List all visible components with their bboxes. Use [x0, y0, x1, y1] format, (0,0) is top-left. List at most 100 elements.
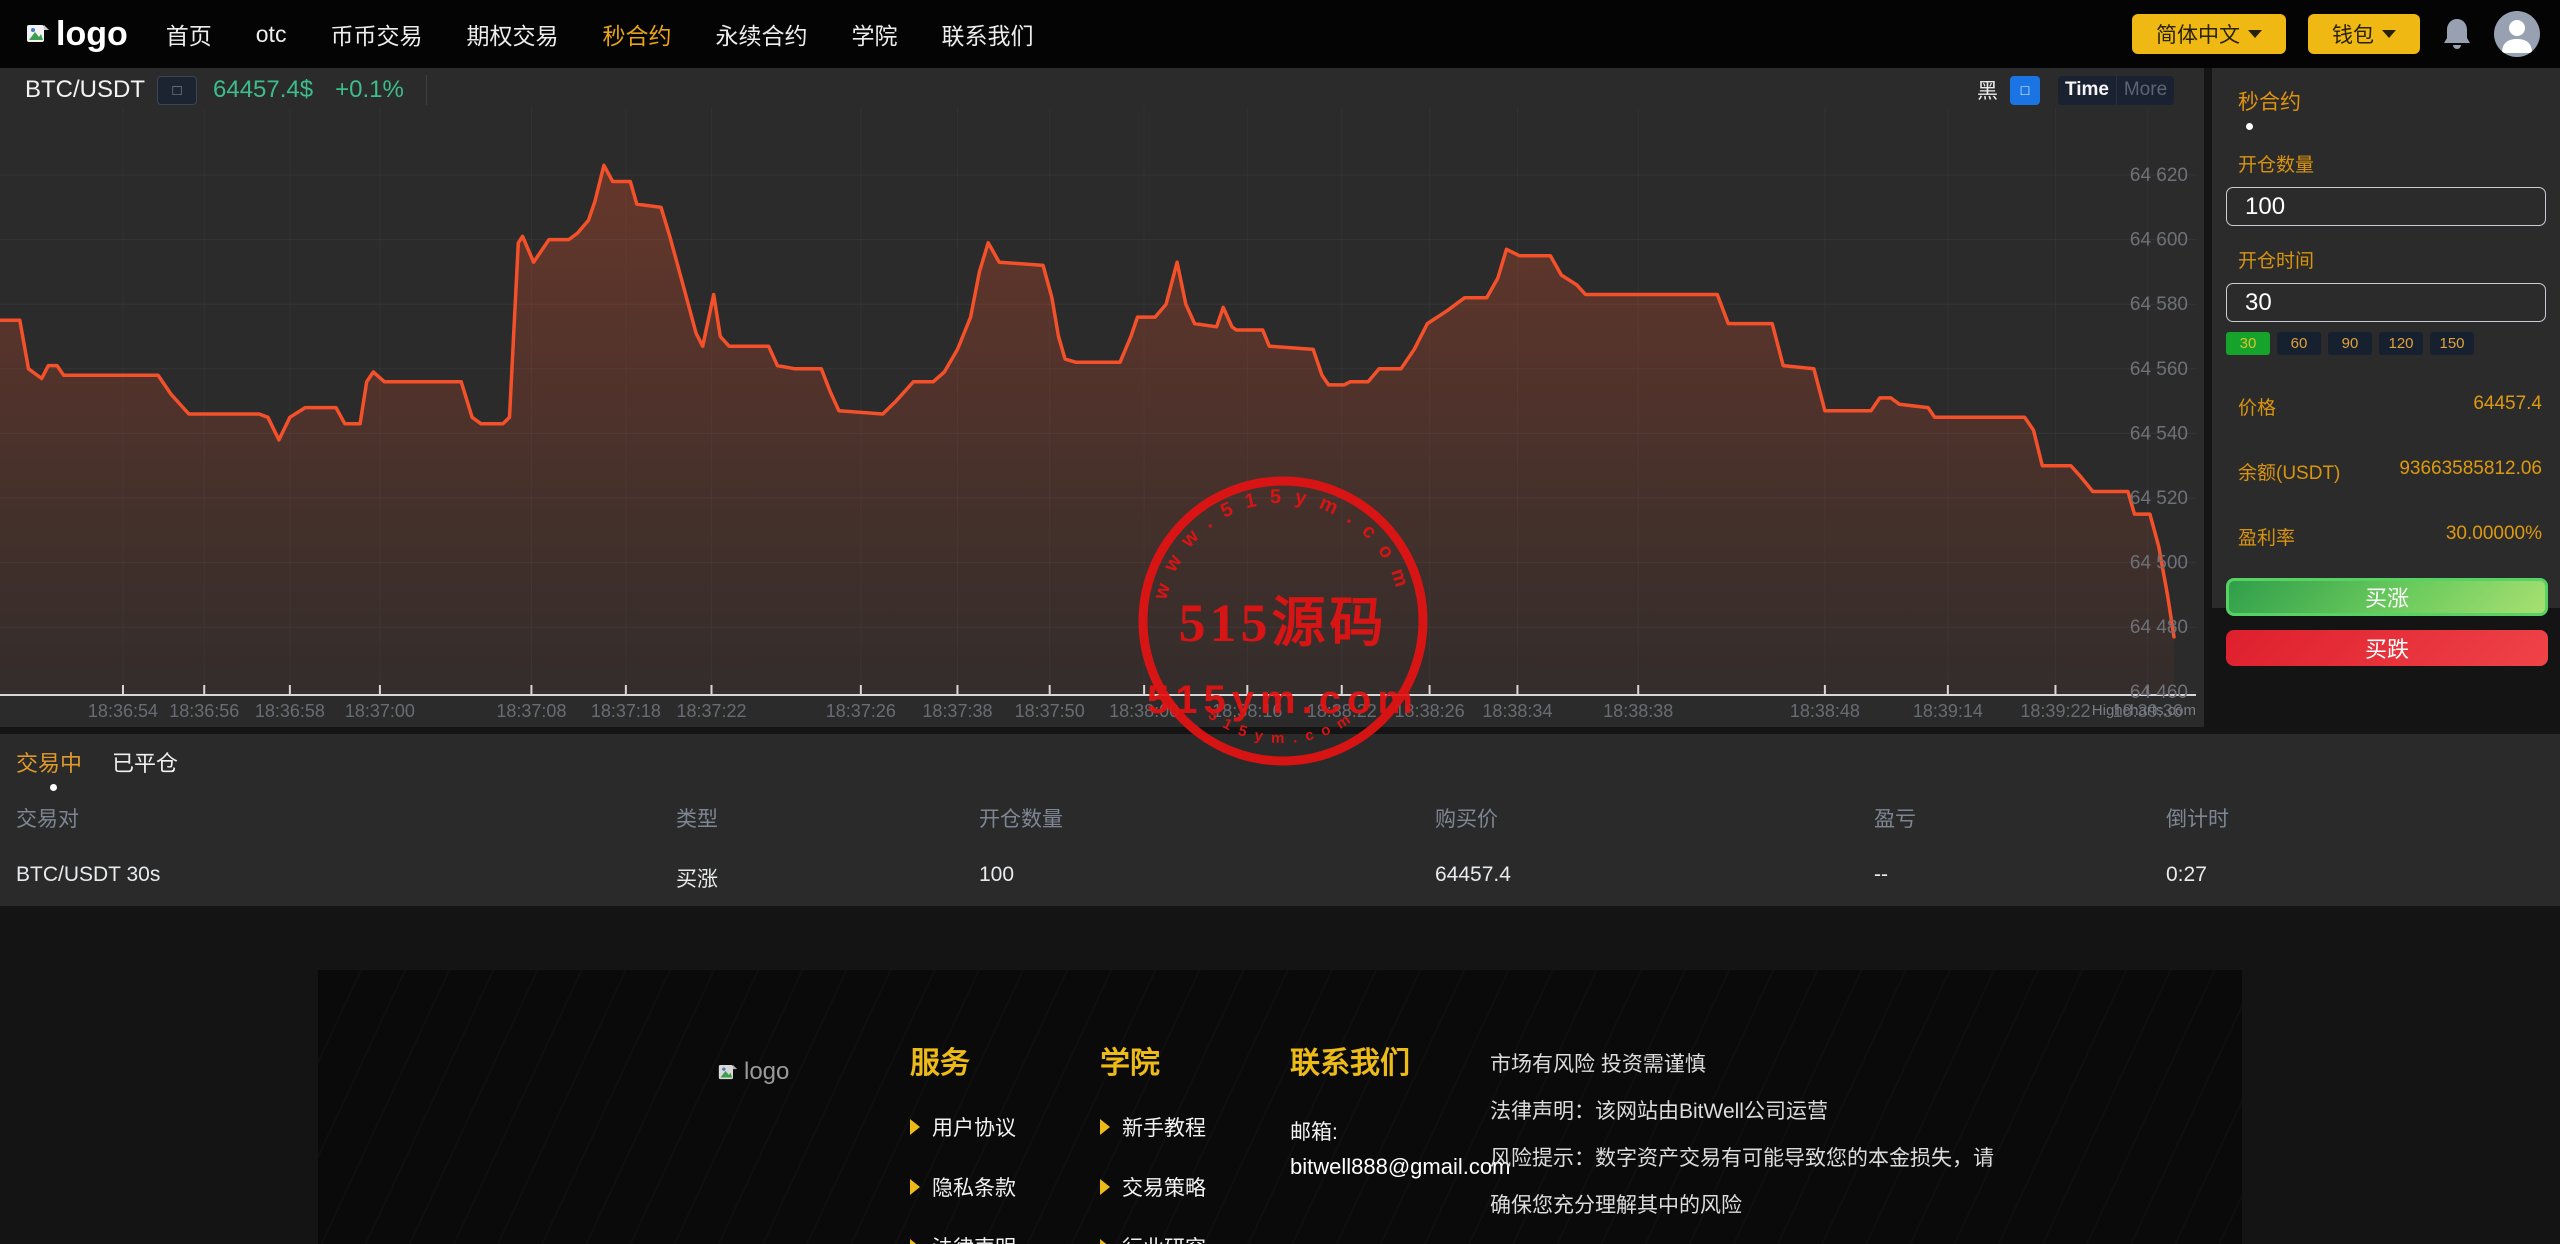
- table-row: BTC/USDT 30s买涨10064457.4--0:27: [0, 863, 2560, 893]
- duration-button-60[interactable]: 60: [2277, 332, 2321, 355]
- price-label: 价格: [2238, 393, 2276, 420]
- orders-col-header-1: 类型: [676, 803, 979, 833]
- arrow-right-icon: [910, 1239, 920, 1244]
- balance-label: 余额(USDT): [2238, 458, 2340, 485]
- arrow-right-icon: [910, 1119, 920, 1135]
- footer-link-0-1[interactable]: 隐私条款: [910, 1172, 1016, 1202]
- svg-text:18:38:00: 18:38:00: [1109, 701, 1179, 721]
- tab-closed[interactable]: 已平仓: [112, 746, 178, 778]
- duration-button-90[interactable]: 90: [2328, 332, 2372, 355]
- svg-text:18:37:08: 18:37:08: [496, 701, 566, 721]
- svg-text:18:38:34: 18:38:34: [1482, 701, 1552, 721]
- balance-value: 93663585812.06: [2399, 458, 2542, 485]
- chevron-down-icon: [2382, 30, 2396, 38]
- svg-text:18:38:26: 18:38:26: [1395, 701, 1465, 721]
- svg-text:18:36:54: 18:36:54: [88, 701, 158, 721]
- duration-button-120[interactable]: 120: [2379, 332, 2423, 355]
- footer-logo: logo: [718, 1058, 789, 1086]
- current-price: 64457.4$: [213, 76, 313, 104]
- svg-text:64 580: 64 580: [2130, 294, 2188, 315]
- disclaimer-line-3: 确保您充分理解其中的风险: [1490, 1191, 2050, 1221]
- footer-box: logo 服务用户协议隐私条款法律声明关于我们 学院新手教程交易策略行业研究市场…: [318, 970, 2242, 1244]
- chart-controls: 黑 □ Time More: [1977, 75, 2174, 105]
- nav-item-4[interactable]: 秒合约: [602, 17, 671, 51]
- svg-text:18:39:22: 18:39:22: [2020, 701, 2090, 721]
- orders-col-header-5: 倒计时: [2166, 803, 2560, 833]
- duration-button-row: 30 60 90 120 150: [2226, 332, 2560, 355]
- email-label: 邮箱:: [1290, 1116, 1510, 1146]
- footer-heading-1: 学院: [1100, 1038, 1206, 1082]
- svg-text:18:39:14: 18:39:14: [1913, 701, 1983, 721]
- panel-title-indicator-dot: [2246, 123, 2253, 130]
- buy-down-button[interactable]: 买跌: [2226, 630, 2548, 666]
- nav-item-7[interactable]: 联系我们: [941, 17, 1033, 51]
- price-chart[interactable]: 18:36:5418:36:5618:36:5818:37:0018:37:08…: [0, 68, 2204, 727]
- language-button-label: 简体中文: [2156, 19, 2240, 49]
- tab-time[interactable]: Time: [2058, 76, 2116, 105]
- nav-item-3[interactable]: 期权交易: [466, 17, 558, 51]
- pair-select-button[interactable]: □: [157, 76, 197, 105]
- orders-tabs: 交易中 已平仓: [0, 734, 2560, 791]
- open-time-input[interactable]: [2226, 283, 2546, 322]
- svg-text:64 480: 64 480: [2130, 617, 2188, 638]
- chart-container: 18:36:5418:36:5618:36:5818:37:0018:37:08…: [0, 68, 2204, 727]
- nav-menu: 首页 otc 币币交易 期权交易 秒合约 永续合约 学院 联系我们: [166, 17, 1034, 51]
- contact-heading: 联系我们: [1290, 1038, 1510, 1082]
- tab-trading[interactable]: 交易中: [16, 746, 82, 778]
- highcharts-credits[interactable]: Highcharts.com: [2092, 702, 2196, 719]
- email-value[interactable]: bitwell888@gmail.com: [1290, 1154, 1510, 1180]
- price-value: 64457.4: [2473, 393, 2542, 420]
- person-icon: [2494, 11, 2540, 57]
- footer-link-1-2[interactable]: 行业研究: [1100, 1232, 1206, 1244]
- panel-title: 秒合约: [2238, 86, 2560, 116]
- disclaimer-line-1: 法律声明：该网站由BitWell公司运营: [1490, 1097, 2050, 1127]
- nav-item-2[interactable]: 币币交易: [330, 17, 422, 51]
- trade-panel: 秒合约 开仓数量 开仓时间 306090120150 价格 64457.4 余额…: [2212, 68, 2560, 608]
- price-change: +0.1%: [335, 76, 404, 104]
- wallet-button[interactable]: 钱包: [2308, 14, 2420, 54]
- svg-text:18:37:00: 18:37:00: [345, 701, 415, 721]
- orders-cell-0: BTC/USDT 30s: [16, 863, 676, 893]
- orders-cell-2: 100: [979, 863, 1435, 893]
- svg-text:64 540: 64 540: [2130, 423, 2188, 444]
- footer-link-1-1[interactable]: 交易策略: [1100, 1172, 1206, 1202]
- buy-up-button[interactable]: 买涨: [2226, 578, 2548, 616]
- footer: logo 服务用户协议隐私条款法律声明关于我们 学院新手教程交易策略行业研究市场…: [0, 970, 2560, 1244]
- pair-label: BTC/USDT: [25, 76, 145, 104]
- theme-toggle-button[interactable]: □: [2010, 76, 2040, 105]
- nav-item-0[interactable]: 首页: [166, 17, 212, 51]
- duration-button-30[interactable]: 30: [2226, 332, 2270, 355]
- theme-black-label[interactable]: 黑: [1977, 75, 1998, 105]
- orders-col-header-0: 交易对: [16, 803, 676, 833]
- notification-bell-icon[interactable]: [2442, 17, 2472, 51]
- orders-cell-3: 64457.4: [1435, 863, 1874, 893]
- nav-item-5[interactable]: 永续合约: [715, 17, 807, 51]
- nav-item-1[interactable]: otc: [256, 21, 287, 48]
- footer-link-1-0[interactable]: 新手教程: [1100, 1112, 1206, 1142]
- price-row: 价格 64457.4: [2212, 393, 2560, 420]
- duration-button-150[interactable]: 150: [2430, 332, 2474, 355]
- arrow-right-icon: [1100, 1119, 1110, 1135]
- svg-text:18:38:22: 18:38:22: [1307, 701, 1377, 721]
- broken-image-icon: [26, 24, 50, 44]
- user-avatar[interactable]: [2494, 11, 2540, 57]
- footer-link-0-2[interactable]: 法律声明: [910, 1232, 1016, 1244]
- language-button[interactable]: 简体中文: [2132, 14, 2286, 54]
- orders-section: 交易中 已平仓 交易对类型开仓数量购买价盈亏倒计时 BTC/USDT 30s买涨…: [0, 734, 2560, 906]
- footer-column-contact: 联系我们 邮箱: bitwell888@gmail.com: [1290, 1038, 1510, 1180]
- disclaimer-line-0: 市场有风险 投资需谨慎: [1490, 1050, 2050, 1080]
- svg-text:18:37:50: 18:37:50: [1015, 701, 1085, 721]
- svg-text:64 620: 64 620: [2130, 165, 2188, 186]
- svg-text:64 520: 64 520: [2130, 488, 2188, 509]
- svg-text:18:36:58: 18:36:58: [255, 701, 325, 721]
- orders-cell-1: 买涨: [676, 863, 979, 893]
- footer-link-0-0[interactable]: 用户协议: [910, 1112, 1016, 1142]
- footer-disclaimer: 市场有风险 投资需谨慎法律声明：该网站由BitWell公司运营风险提示：数字资产…: [1490, 1050, 2050, 1238]
- open-amount-input[interactable]: [2226, 187, 2546, 226]
- logo[interactable]: logo: [26, 15, 128, 54]
- tab-more[interactable]: More: [2116, 76, 2174, 105]
- svg-text:18:37:22: 18:37:22: [676, 701, 746, 721]
- footer-logo-text: logo: [744, 1058, 789, 1086]
- nav-item-6[interactable]: 学院: [851, 17, 897, 51]
- header-divider: [426, 75, 427, 105]
